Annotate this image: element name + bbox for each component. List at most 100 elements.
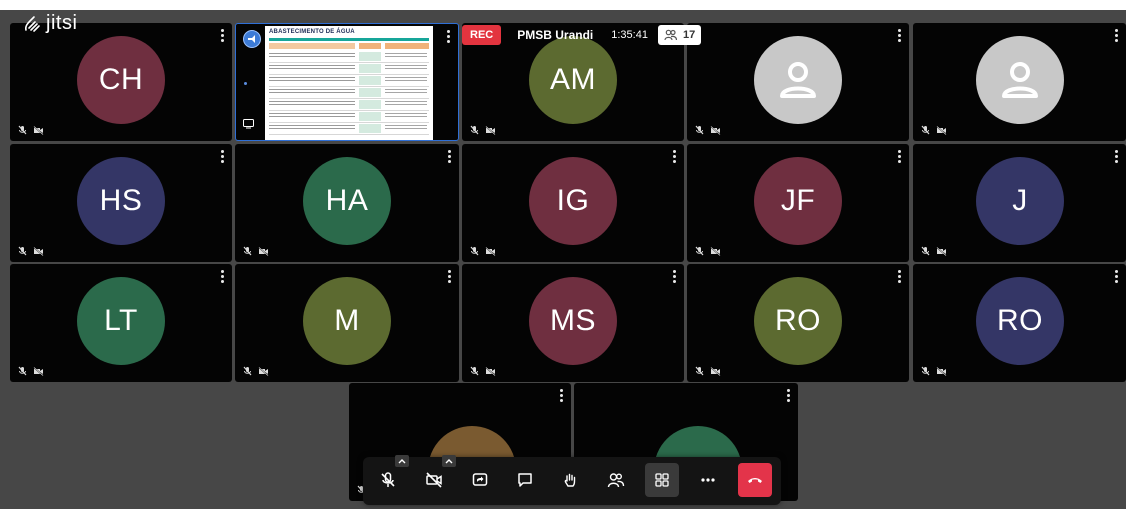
slide-table-row xyxy=(269,99,429,111)
microphone-muted-icon xyxy=(381,472,395,487)
raise-hand-button[interactable] xyxy=(553,463,587,497)
participant-status-icons xyxy=(921,366,947,376)
microphone-button[interactable] xyxy=(371,463,405,497)
participant-tile[interactable]: MS xyxy=(462,264,684,382)
participant-status-icons xyxy=(18,125,44,135)
participant-status-icons xyxy=(470,246,496,256)
participant-status-icons xyxy=(695,366,721,376)
tile-menu-button[interactable] xyxy=(1114,29,1118,43)
screen-share-button[interactable] xyxy=(463,463,497,497)
tile-view-button[interactable] xyxy=(645,463,679,497)
chat-icon xyxy=(518,473,532,487)
hangup-button[interactable] xyxy=(738,463,772,497)
participant-avatar: RO xyxy=(976,277,1064,365)
tile-menu-button[interactable] xyxy=(220,29,224,43)
camera-off-icon xyxy=(710,125,721,135)
camera-options-button[interactable] xyxy=(442,455,456,467)
participant-tile[interactable]: J xyxy=(913,144,1126,262)
raise-hand-icon xyxy=(564,473,576,487)
participant-tile[interactable]: JF xyxy=(687,144,909,262)
shared-slide: ABASTECIMENTO DE ÁGUA xyxy=(265,26,433,140)
mic-muted-icon xyxy=(921,366,930,376)
participant-tile[interactable]: LT xyxy=(10,264,232,382)
camera-off-icon xyxy=(936,366,947,376)
participant-avatar: JF xyxy=(754,157,842,245)
camera-off-icon xyxy=(33,125,44,135)
participant-status-icons xyxy=(18,246,44,256)
participant-avatar: HS xyxy=(77,157,165,245)
tile-menu-button[interactable] xyxy=(672,270,676,284)
participant-avatar-placeholder xyxy=(754,36,842,124)
participant-tile[interactable]: IG xyxy=(462,144,684,262)
jitsi-logo: jitsi xyxy=(22,12,77,35)
meeting-timer: 1:35:41 xyxy=(611,29,648,41)
meeting-topbar: REC PMSB Urandi 1:35:41 17 xyxy=(462,24,702,46)
slide-table-row xyxy=(269,123,429,135)
participant-tile[interactable]: HA xyxy=(235,144,459,262)
camera-off-icon xyxy=(485,366,496,376)
camera-off-icon xyxy=(485,125,496,135)
microphone-options-button[interactable] xyxy=(395,455,409,467)
tile-view-icon xyxy=(655,473,669,487)
shared-screen-tile[interactable]: ABASTECIMENTO DE ÁGUA xyxy=(235,23,459,141)
mic-muted-icon xyxy=(695,246,704,256)
camera-button[interactable] xyxy=(417,463,451,497)
tile-menu-button[interactable] xyxy=(672,150,676,164)
mic-muted-icon xyxy=(470,125,479,135)
participant-status-icons xyxy=(470,125,496,135)
chevron-up-icon xyxy=(398,459,406,464)
slide-table-header xyxy=(385,43,429,49)
participant-tile[interactable]: RO xyxy=(913,264,1126,382)
participant-avatar: CH xyxy=(77,36,165,124)
slide-table-row xyxy=(269,75,429,87)
mic-muted-icon xyxy=(243,366,252,376)
participants-count-icon xyxy=(664,29,677,41)
mic-muted-icon xyxy=(921,125,930,135)
tile-menu-button[interactable] xyxy=(447,150,451,164)
mic-muted-icon xyxy=(695,125,704,135)
tile-menu-button[interactable] xyxy=(897,29,901,43)
participant-status-icons xyxy=(921,246,947,256)
slide-table-row xyxy=(269,51,429,63)
participant-tile[interactable]: HS xyxy=(10,144,232,262)
chat-button[interactable] xyxy=(508,463,542,497)
meeting-toolbar xyxy=(363,455,781,505)
tile-menu-button[interactable] xyxy=(447,270,451,284)
screen-share-icon xyxy=(472,473,488,486)
tile-menu-button[interactable] xyxy=(1114,270,1118,284)
participants-button[interactable] xyxy=(599,463,633,497)
mic-muted-icon xyxy=(243,246,252,256)
mic-muted-icon xyxy=(470,366,479,376)
participant-count-badge[interactable]: 17 xyxy=(657,25,702,45)
participant-tile[interactable] xyxy=(687,23,909,141)
tile-menu-button[interactable] xyxy=(786,389,790,403)
mic-muted-icon xyxy=(18,125,27,135)
slide-title: ABASTECIMENTO DE ÁGUA xyxy=(269,29,355,35)
participant-tile[interactable]: M xyxy=(235,264,459,382)
slide-table-row xyxy=(269,63,429,75)
camera-muted-icon xyxy=(426,472,442,488)
camera-off-icon xyxy=(33,246,44,256)
tile-menu-button[interactable] xyxy=(1114,150,1118,164)
tile-menu-button[interactable] xyxy=(446,30,450,44)
participant-avatar: IG xyxy=(529,157,617,245)
tile-menu-button[interactable] xyxy=(220,270,224,284)
participant-avatar: AM xyxy=(529,36,617,124)
mic-muted-icon xyxy=(18,366,27,376)
tile-menu-button[interactable] xyxy=(897,270,901,284)
participant-avatar: MS xyxy=(529,277,617,365)
jitsi-hand-icon xyxy=(25,15,40,32)
mic-muted-icon xyxy=(18,246,27,256)
participant-tile[interactable] xyxy=(913,23,1126,141)
participant-tile[interactable]: RO xyxy=(687,264,909,382)
participant-status-icons xyxy=(243,246,269,256)
tile-menu-button[interactable] xyxy=(897,150,901,164)
screen-share-indicator-icon xyxy=(243,30,261,48)
tile-menu-button[interactable] xyxy=(220,150,224,164)
tile-menu-button[interactable] xyxy=(559,389,563,403)
camera-off-icon xyxy=(710,366,721,376)
slide-table-header xyxy=(359,43,381,49)
more-options-button[interactable] xyxy=(691,463,725,497)
chevron-up-icon xyxy=(445,459,453,464)
participant-tile[interactable]: CH xyxy=(10,23,232,141)
